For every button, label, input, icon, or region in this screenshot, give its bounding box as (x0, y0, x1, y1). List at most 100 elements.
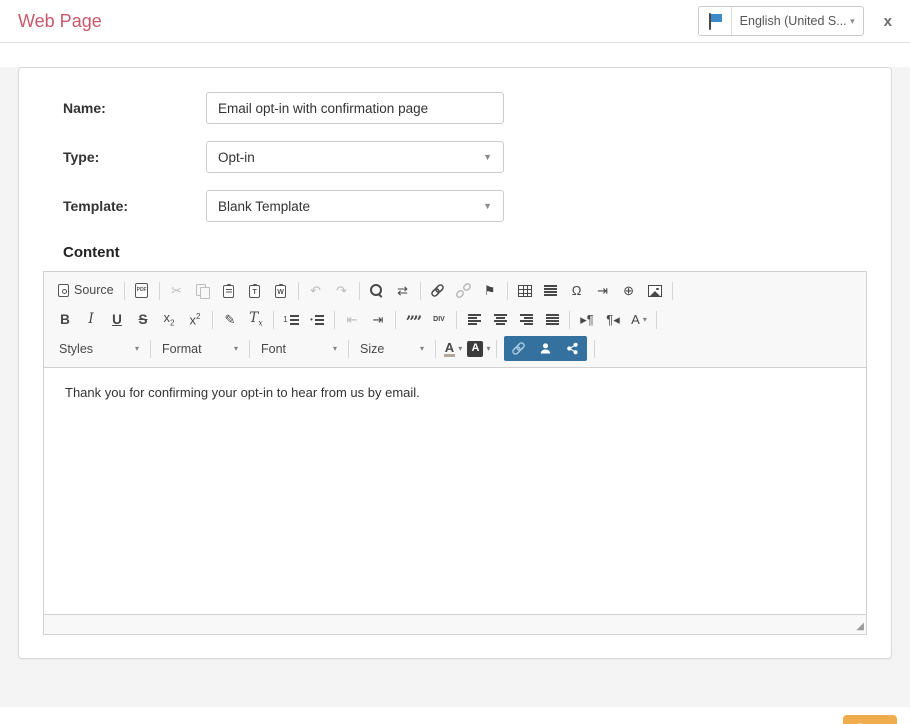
toolbar-separator (435, 340, 436, 358)
superscript-icon: x2 (190, 313, 201, 326)
size-dropdown[interactable]: Size▾ (355, 337, 429, 361)
toolbar-separator (334, 311, 335, 329)
text-direction-rtl-button[interactable]: ¶◂ (601, 308, 625, 332)
align-center-button[interactable] (488, 308, 512, 332)
underline-button[interactable]: U (105, 308, 129, 332)
content-heading: Content (63, 244, 867, 261)
align-right-button[interactable] (514, 308, 538, 332)
unlink-icon (456, 283, 471, 298)
copy-formatting-button[interactable]: ✎ (218, 308, 242, 332)
template-dropdown[interactable]: Blank Template ▼ (206, 190, 504, 222)
remove-format-button[interactable]: Tx (244, 308, 268, 332)
toolbar-separator (348, 340, 349, 358)
toolbar-row-2: BIUSx2x2✎Tx1•⇤⇥””DIV▸¶¶◂A▾ (52, 305, 858, 334)
format-dropdown[interactable]: Format▾ (157, 337, 243, 361)
dialog-body: Name: Type: Opt-in ▼ Template: Blank Tem… (0, 67, 910, 707)
chevron-down-icon: ▾ (848, 16, 863, 27)
template-row: Template: Blank Template ▼ (63, 190, 867, 222)
paste-button[interactable] (217, 279, 241, 303)
find-button[interactable] (365, 279, 389, 303)
name-input[interactable] (206, 92, 504, 124)
insert-link-icon (511, 341, 526, 356)
resize-handle-icon[interactable]: ◢ (856, 620, 864, 634)
personalization-button[interactable] (532, 336, 559, 361)
source-button[interactable]: Source (53, 279, 119, 303)
background-color-icon: A (467, 341, 483, 357)
text-direction-rtl-icon: ¶◂ (606, 313, 620, 326)
insert-link-button[interactable] (505, 336, 532, 361)
numbered-list-button[interactable]: 1 (279, 308, 303, 332)
export-pdf-icon (135, 283, 148, 298)
language-button[interactable]: A▾ (627, 308, 651, 332)
remove-format-icon: Tx (249, 312, 263, 328)
editor-content-area[interactable]: Thank you for confirming your opt-in to … (44, 368, 866, 614)
replace-button[interactable]: ⇄ (391, 279, 415, 303)
bold-button[interactable]: B (53, 308, 77, 332)
save-button[interactable]: Save (843, 715, 897, 724)
styles-dropdown[interactable]: Styles▾ (54, 337, 144, 361)
social-share-button[interactable] (559, 336, 586, 361)
close-button[interactable]: x (884, 14, 892, 29)
toolbar-separator (507, 282, 508, 300)
subscript-icon: x2 (164, 311, 175, 328)
chevron-down-icon: ▾ (420, 344, 424, 353)
link-button[interactable] (426, 279, 450, 303)
bulleted-list-button[interactable]: • (305, 308, 329, 332)
anchor-icon: ⚑ (484, 284, 496, 297)
horizontal-rule-button[interactable] (539, 279, 563, 303)
blockquote-button[interactable]: ”” (401, 308, 425, 332)
bulleted-list-icon (315, 314, 324, 325)
align-left-icon (468, 314, 481, 325)
paste-word-button[interactable] (269, 279, 293, 303)
toolbar-separator (456, 311, 457, 329)
language-selector[interactable]: English (United S... ▾ (698, 6, 864, 36)
toolbar-separator (298, 282, 299, 300)
page-title: Web Page (18, 11, 102, 32)
text-direction-ltr-button[interactable]: ▸¶ (575, 308, 599, 332)
special-char-button[interactable]: Ω (565, 279, 589, 303)
align-right-icon (520, 314, 533, 325)
background-color-button[interactable]: A▾ (467, 337, 491, 361)
numbered-list-icon-prefix: 1 (283, 316, 287, 324)
div-container-button[interactable]: DIV (427, 308, 451, 332)
redo-button: ↷ (330, 279, 354, 303)
font-dropdown[interactable]: Font▾ (256, 337, 342, 361)
text-direction-ltr-icon: ▸¶ (580, 313, 594, 326)
subscript-button[interactable]: x2 (157, 308, 181, 332)
editor-toolbar: Source✂↶↷⇄⚑Ω⇥⊕BIUSx2x2✎Tx1•⇤⇥””DIV▸¶¶◂A▾… (44, 272, 866, 368)
align-left-button[interactable] (462, 308, 486, 332)
type-dropdown[interactable]: Opt-in ▼ (206, 141, 504, 173)
toolbar-separator (672, 282, 673, 300)
increase-indent-icon: ⇥ (373, 313, 384, 326)
editor-statusbar: ◢ (44, 614, 866, 634)
chevron-down-icon: ▼ (483, 152, 492, 162)
personalization-icon (539, 342, 552, 355)
export-pdf-button[interactable] (130, 279, 154, 303)
text-color-icon: A (444, 341, 455, 357)
form-area: Name: Type: Opt-in ▼ Template: Blank Tem… (63, 92, 867, 261)
text-color-button[interactable]: A▾ (441, 337, 465, 361)
redo-icon: ↷ (336, 284, 347, 297)
align-justify-button[interactable] (540, 308, 564, 332)
superscript-button[interactable]: x2 (183, 308, 207, 332)
bold-icon: B (60, 313, 70, 327)
italic-icon: I (88, 313, 93, 327)
increase-indent-button[interactable]: ⇥ (366, 308, 390, 332)
undo-button: ↶ (304, 279, 328, 303)
format-dropdown-label: Format (162, 342, 202, 356)
chevron-down-icon: ▾ (135, 344, 139, 353)
table-button[interactable] (513, 279, 537, 303)
align-center-icon (494, 314, 507, 325)
anchor-button[interactable]: ⚑ (478, 279, 502, 303)
image-button[interactable] (643, 279, 667, 303)
strikethrough-button[interactable]: S (131, 308, 155, 332)
toolbar-separator (656, 311, 657, 329)
iframe-button[interactable]: ⊕ (617, 279, 641, 303)
italic-button[interactable]: I (79, 308, 103, 332)
paste-text-button[interactable] (243, 279, 267, 303)
name-label: Name: (63, 100, 206, 116)
special-char-icon: Ω (572, 284, 582, 297)
cut-icon: ✂ (171, 284, 182, 297)
page-break-button[interactable]: ⇥ (591, 279, 615, 303)
undo-icon: ↶ (310, 284, 321, 297)
